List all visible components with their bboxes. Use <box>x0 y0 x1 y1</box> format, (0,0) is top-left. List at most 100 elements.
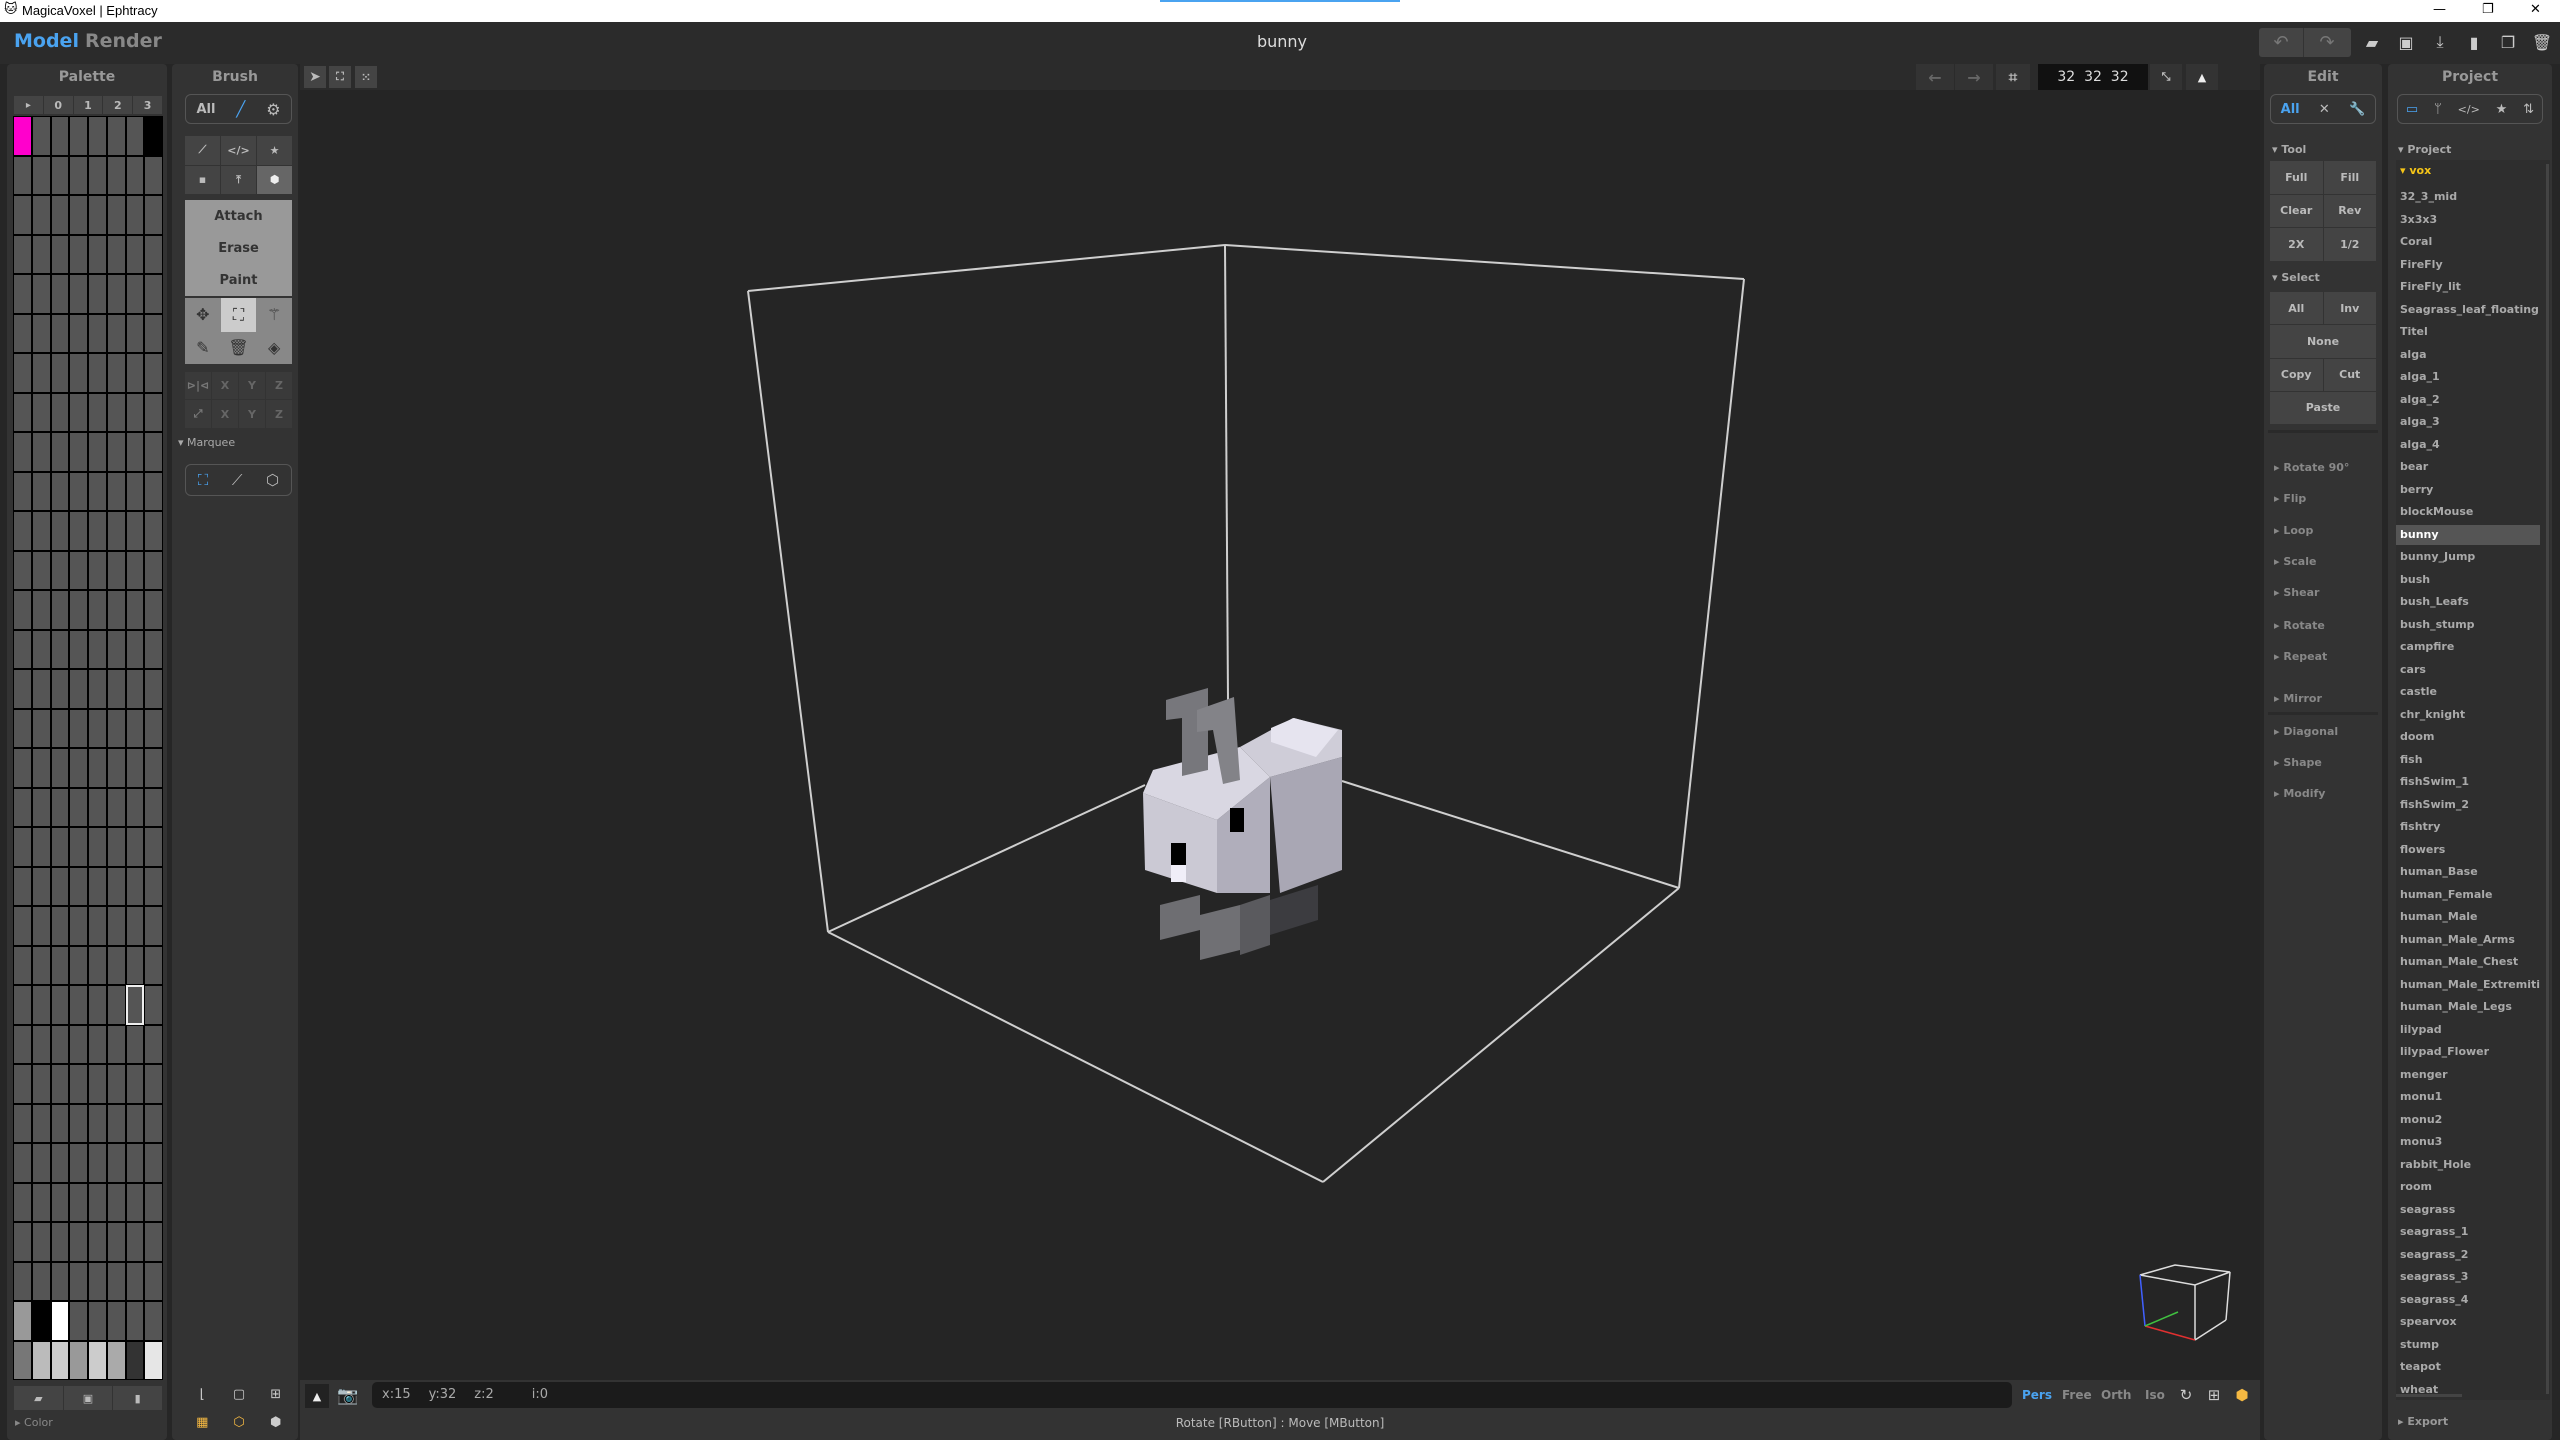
edit-section-repeat[interactable]: ▸ Repeat <box>2274 650 2327 663</box>
full-button[interactable]: Full <box>2270 161 2323 194</box>
project-item[interactable]: bunny <box>2396 524 2540 545</box>
project-item[interactable]: alga_1 <box>2396 367 2540 387</box>
star-icon[interactable]: ★ <box>2496 102 2508 117</box>
triangle-up-icon[interactable]: ▲ <box>305 1384 329 1408</box>
project-item[interactable]: human_Male <box>2396 907 2540 927</box>
edit-section-shear[interactable]: ▸ Shear <box>2274 586 2319 599</box>
branch-icon[interactable]: ᛘ <box>2434 102 2442 117</box>
project-item[interactable]: castle <box>2396 682 2540 702</box>
half-button[interactable]: 1/2 <box>2323 228 2376 261</box>
project-item[interactable]: human_Male_Extremiti <box>2396 975 2540 995</box>
edit-section-loop[interactable]: ▸ Loop <box>2274 524 2313 537</box>
select-section-toggle[interactable]: ▾ Select <box>2272 271 2320 284</box>
project-item[interactable]: Seagrass_leaf_floating <box>2396 300 2540 320</box>
double-button[interactable]: 2X <box>2270 228 2323 261</box>
rev-button[interactable]: Rev <box>2323 194 2376 228</box>
project-item[interactable]: flowers <box>2396 840 2540 860</box>
invert-button[interactable]: Inv <box>2323 292 2376 325</box>
layout-blocks-icon[interactable]: ⊞ <box>2204 1384 2224 1406</box>
project-item[interactable]: bush <box>2396 570 2540 590</box>
view-iso[interactable]: Iso <box>2145 1388 2165 1402</box>
project-item[interactable]: alga_3 <box>2396 412 2540 432</box>
fill-button[interactable]: Fill <box>2323 161 2376 194</box>
project-item[interactable]: seagrass_1 <box>2396 1222 2540 1242</box>
edit-section-rotate[interactable]: ▸ Rotate <box>2274 619 2325 632</box>
project-item[interactable]: FireFly <box>2396 255 2540 275</box>
project-item[interactable]: seagrass_2 <box>2396 1245 2540 1265</box>
folder-icon[interactable]: ▭ <box>2406 102 2418 117</box>
project-item[interactable]: spearvox <box>2396 1312 2540 1332</box>
paste-button[interactable]: Paste <box>2270 391 2376 424</box>
cube-icon[interactable]: ⬢ <box>2232 1384 2252 1406</box>
cut-button[interactable]: Cut <box>2323 358 2376 391</box>
project-item[interactable]: lilypad <box>2396 1020 2540 1040</box>
project-item[interactable]: 32_3_mid <box>2396 187 2540 207</box>
wrench-icon[interactable]: 🔧 <box>2349 102 2365 117</box>
project-item[interactable]: human_Base <box>2396 862 2540 882</box>
project-item[interactable]: chr_knight <box>2396 705 2540 725</box>
project-item[interactable]: alga_2 <box>2396 390 2540 410</box>
edit-section-diagonal[interactable]: ▸ Diagonal <box>2274 725 2338 738</box>
project-item[interactable]: fishtry <box>2396 817 2540 837</box>
project-item[interactable]: monu1 <box>2396 1087 2540 1107</box>
project-item[interactable]: Titel <box>2396 322 2540 342</box>
project-item[interactable]: menger <box>2396 1065 2540 1085</box>
edit-section-rotate-90-[interactable]: ▸ Rotate 90° <box>2274 461 2349 474</box>
code-icon[interactable]: </> <box>2458 103 2480 116</box>
project-item[interactable]: FireFly_lit <box>2396 277 2540 297</box>
camera-icon[interactable]: 📷 <box>336 1384 360 1408</box>
project-item[interactable]: cars <box>2396 660 2540 680</box>
project-item[interactable]: lilypad_Flower <box>2396 1042 2540 1062</box>
project-item[interactable]: doom <box>2396 727 2540 747</box>
project-item[interactable]: fishSwim_1 <box>2396 772 2540 792</box>
view-pers[interactable]: Pers <box>2022 1388 2052 1402</box>
project-item[interactable]: alga <box>2396 345 2540 365</box>
project-item[interactable]: seagrass_3 <box>2396 1267 2540 1287</box>
project-item[interactable]: seagrass_4 <box>2396 1290 2540 1310</box>
copy-button[interactable]: Copy <box>2270 358 2323 391</box>
project-item[interactable]: room <box>2396 1177 2540 1197</box>
select-all-button[interactable]: All <box>2270 292 2323 325</box>
project-item[interactable]: berry <box>2396 480 2540 500</box>
clear-button[interactable]: Clear <box>2270 194 2323 228</box>
sort-icon[interactable]: ⇅ <box>2523 102 2534 117</box>
project-item[interactable]: fishSwim_2 <box>2396 795 2540 815</box>
edit-section-mirror[interactable]: ▸ Mirror <box>2274 692 2322 705</box>
navigation-cube[interactable] <box>2139 1264 2231 1341</box>
project-item[interactable]: bush_Leafs <box>2396 592 2540 612</box>
expand-icon[interactable]: ✕ <box>2319 102 2330 117</box>
project-item[interactable]: seagrass <box>2396 1200 2540 1220</box>
folder-vox[interactable]: ▾ vox <box>2400 164 2431 177</box>
reset-view-icon[interactable]: ↻ <box>2176 1384 2196 1406</box>
project-list-hscrollbar[interactable] <box>2396 1394 2462 1397</box>
project-item[interactable]: human_Male_Legs <box>2396 997 2540 1017</box>
view-free[interactable]: Free <box>2062 1388 2092 1402</box>
project-item[interactable]: stump <box>2396 1335 2540 1355</box>
project-item[interactable]: fish <box>2396 750 2540 770</box>
project-item[interactable]: monu2 <box>2396 1110 2540 1130</box>
project-list-scrollbar[interactable] <box>2546 164 2549 1394</box>
edit-filter-all[interactable]: All <box>2281 102 2300 117</box>
edit-section-flip[interactable]: ▸ Flip <box>2274 492 2306 505</box>
project-item[interactable]: 3x3x3 <box>2396 210 2540 230</box>
project-section-toggle[interactable]: ▾ Project <box>2398 143 2451 156</box>
project-item[interactable]: monu3 <box>2396 1132 2540 1152</box>
project-item[interactable]: bush_stump <box>2396 615 2540 635</box>
view-orth[interactable]: Orth <box>2101 1388 2131 1402</box>
project-item[interactable]: rabbit_Hole <box>2396 1155 2540 1175</box>
tool-section-toggle[interactable]: ▾ Tool <box>2272 143 2306 156</box>
export-section-toggle[interactable]: ▸ Export <box>2398 1415 2448 1428</box>
project-item[interactable]: bunny_Jump <box>2396 547 2540 567</box>
project-item[interactable]: human_Female <box>2396 885 2540 905</box>
project-item[interactable]: Coral <box>2396 232 2540 252</box>
project-item[interactable]: blockMouse <box>2396 502 2540 522</box>
project-item[interactable]: bear <box>2396 457 2540 477</box>
project-item[interactable]: human_Male_Arms <box>2396 930 2540 950</box>
edit-section-modify[interactable]: ▸ Modify <box>2274 787 2325 800</box>
project-item[interactable]: teapot <box>2396 1357 2540 1377</box>
edit-section-shape[interactable]: ▸ Shape <box>2274 756 2322 769</box>
select-none-button[interactable]: None <box>2270 325 2376 358</box>
project-item[interactable]: alga_4 <box>2396 435 2540 455</box>
project-item[interactable]: campfire <box>2396 637 2540 657</box>
edit-section-scale[interactable]: ▸ Scale <box>2274 555 2316 568</box>
